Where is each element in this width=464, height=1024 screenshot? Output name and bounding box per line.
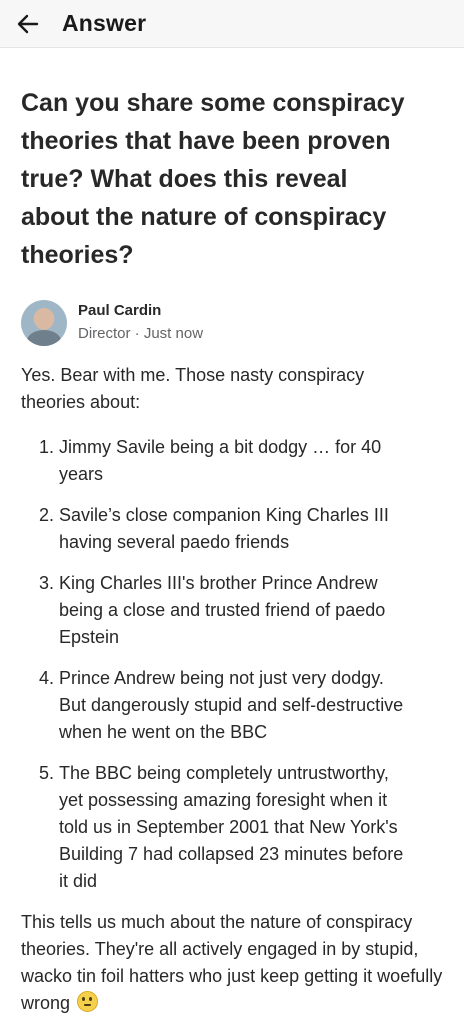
list-item: 4. Prince Andrew being not just very dod…	[21, 665, 451, 746]
list-item-number: 4.	[38, 668, 54, 688]
list-item-number: 2.	[38, 505, 54, 525]
page-title: Answer	[62, 10, 147, 36]
list-item-number-wrap: 4.	[21, 665, 59, 746]
list-item-number-wrap: 2.	[21, 502, 59, 556]
list-item-number-wrap: 1.	[21, 434, 59, 488]
eye-roll-emoji-icon	[77, 991, 99, 1012]
list-item-text: Jimmy Savile being a bit dodgy … for 40 …	[59, 437, 382, 484]
list-item-number-wrap: 5.	[21, 760, 59, 895]
avatar[interactable]	[21, 300, 67, 346]
answer-content: Can you share some conspiracy theories t…	[21, 84, 451, 1017]
top-app-bar: Answer	[0, 0, 464, 48]
list-item-number-wrap: 3.	[21, 570, 59, 651]
arrow-left-icon	[17, 14, 39, 33]
author-meta: Paul Cardin Director · Just now	[78, 301, 203, 345]
author-credential-time: Director · Just now	[78, 325, 204, 342]
answer-list: 1. Jimmy Savile being a bit dodgy … for …	[21, 434, 451, 895]
answer-outro: This tells us much about the nature of c…	[21, 909, 451, 1017]
author-name[interactable]: Paul Cardin	[78, 301, 203, 321]
question-title[interactable]: Can you share some conspiracy theories t…	[21, 84, 421, 274]
back-button[interactable]	[6, 2, 50, 46]
list-item-number: 1.	[38, 437, 54, 457]
list-item-number: 3.	[38, 573, 54, 593]
list-item: 3. King Charles III's brother Prince And…	[21, 570, 451, 651]
author-row: Paul Cardin Director · Just now	[21, 298, 451, 348]
list-item-text: Prince Andrew being not just very dodgy.…	[59, 668, 404, 742]
list-item: 5. The BBC being completely untrustworth…	[21, 760, 451, 895]
answer-intro: Yes. Bear with me. Those nasty conspirac…	[21, 365, 365, 412]
list-item: 1. Jimmy Savile being a bit dodgy … for …	[21, 434, 451, 488]
list-item-text: Savile’s close companion King Charles II…	[59, 505, 389, 552]
list-item-text: King Charles III's brother Prince Andrew…	[59, 573, 386, 647]
list-item: 2. Savile’s close companion King Charles…	[21, 502, 451, 556]
list-item-number: 5.	[38, 763, 54, 783]
list-item-text: The BBC being completely untrustworthy, …	[59, 763, 404, 891]
